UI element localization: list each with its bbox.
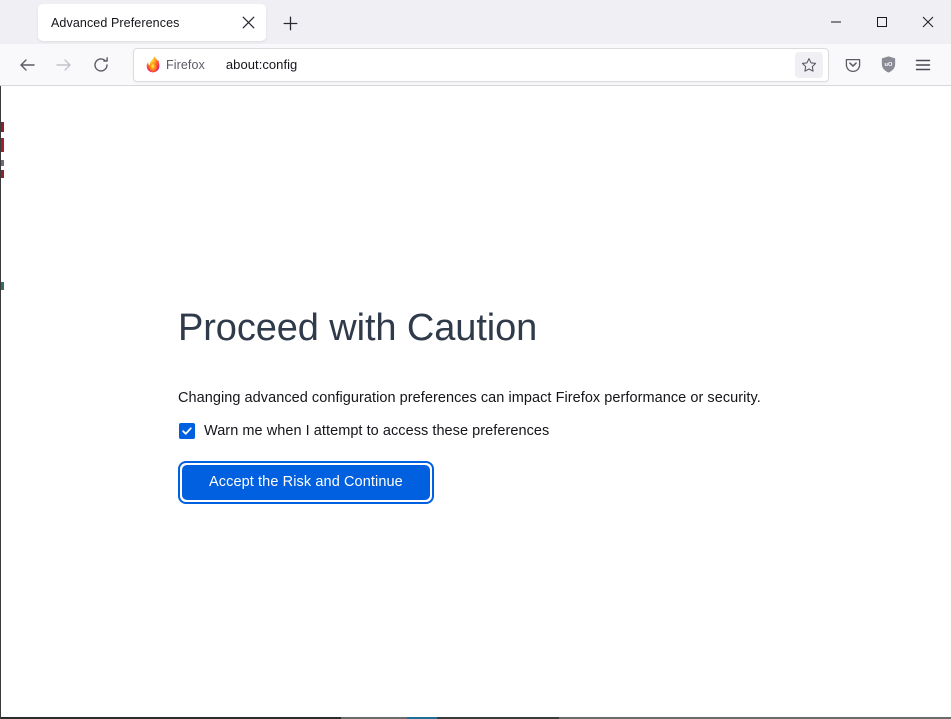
page-content-area: Proceed with Caution Changing advanced c… [0, 86, 951, 719]
tab-strip-left-padding [0, 0, 38, 44]
pocket-button[interactable] [837, 49, 869, 81]
page-edge-artifact [1, 282, 4, 290]
back-arrow-icon [20, 58, 35, 71]
page-edge-artifact [1, 138, 4, 152]
firefox-logo-icon [144, 56, 161, 73]
hamburger-menu-icon [915, 59, 931, 70]
address-bar[interactable]: Firefox about:config [133, 47, 829, 82]
reload-icon [94, 56, 108, 72]
reload-button[interactable] [85, 49, 117, 81]
accept-risk-focus-ring: Accept the Risk and Continue [178, 460, 434, 504]
minimize-icon [831, 21, 841, 23]
app-menu-button[interactable] [907, 49, 939, 81]
close-icon [922, 16, 934, 28]
navigation-toolbar: Firefox about:config uO [0, 44, 951, 86]
checkmark-icon [182, 427, 192, 435]
svg-text:uO: uO [884, 62, 892, 68]
shield-icon: uO [881, 56, 895, 73]
page-edge-artifact [1, 122, 4, 132]
window-controls [813, 0, 951, 44]
warning-description: Changing advanced configuration preferen… [178, 389, 761, 406]
browser-tab-active[interactable]: Advanced Preferences [38, 4, 266, 41]
bottom-cutoff-strip [1, 714, 951, 719]
window-maximize-button[interactable] [859, 0, 905, 44]
tab-close-icon[interactable] [235, 10, 261, 36]
plus-icon [283, 16, 297, 30]
warn-me-checkbox[interactable] [179, 422, 195, 439]
page-edge-artifact [1, 170, 4, 178]
back-button[interactable] [11, 49, 43, 81]
warn-me-checkbox-row[interactable]: Warn me when I attempt to access these p… [179, 422, 838, 439]
identity-box[interactable]: Firefox [140, 52, 213, 77]
tab-strip: Advanced Preferences [0, 0, 951, 44]
browser-window: Advanced Preferences Firefox about:confi… [0, 0, 951, 719]
warning-container: Proceed with Caution Changing advanced c… [178, 307, 838, 504]
ublock-origin-extension-button[interactable]: uO [872, 49, 904, 81]
window-close-button[interactable] [905, 0, 951, 44]
identity-label: Firefox [166, 57, 205, 72]
url-input[interactable]: about:config [226, 57, 795, 72]
tab-title: Advanced Preferences [51, 15, 180, 30]
new-tab-button[interactable] [275, 8, 305, 38]
bookmark-star-icon[interactable] [795, 51, 823, 78]
accept-risk-button[interactable]: Accept the Risk and Continue [182, 464, 430, 500]
page-edge-artifact [1, 160, 4, 166]
maximize-icon [877, 17, 887, 27]
warn-me-checkbox-label: Warn me when I attempt to access these p… [204, 422, 550, 439]
pocket-icon [845, 58, 861, 72]
forward-button[interactable] [48, 49, 80, 81]
forward-arrow-icon [56, 58, 71, 71]
page-title: Proceed with Caution [178, 307, 538, 349]
window-minimize-button[interactable] [813, 0, 859, 44]
